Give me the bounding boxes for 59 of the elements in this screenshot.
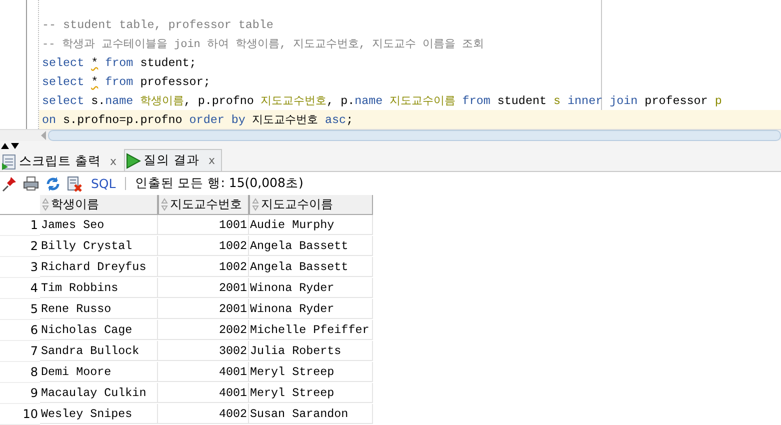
table-cell: 4002 bbox=[158, 404, 249, 424]
row-number: 1 bbox=[0, 215, 40, 236]
printer-icon[interactable] bbox=[23, 176, 39, 192]
table-cell: 2001 bbox=[158, 299, 249, 319]
code-line: -- student table, professor table bbox=[41, 16, 274, 34]
row-number: 5 bbox=[0, 299, 40, 320]
table-cell: Winona Ryder bbox=[249, 278, 373, 298]
table-cell: 1001 bbox=[158, 215, 249, 235]
table-cell: Winona Ryder bbox=[249, 299, 373, 319]
column-header[interactable]: 지도교수이름 bbox=[249, 195, 373, 215]
status-text: 인출된 모든 행: 15(0,008초) bbox=[134, 175, 304, 192]
table-cell: Meryl Streep bbox=[249, 362, 373, 382]
result-tab[interactable]: 질의 결과 x bbox=[124, 149, 222, 172]
table-cell: James Seo bbox=[40, 215, 158, 235]
table-cell: Angela Bassett bbox=[249, 236, 373, 256]
pin-icon[interactable] bbox=[2, 176, 17, 192]
table-cell: Wesley Snipes bbox=[40, 404, 158, 424]
table-cell: Audie Murphy bbox=[249, 215, 373, 235]
code-line: select s.name 학생이름, p.profno 지도교수번호, p.name 지도교수이름 from student s inner join professor p bbox=[41, 92, 723, 110]
table-cell: Meryl Streep bbox=[249, 383, 373, 403]
table-cell: 2001 bbox=[158, 278, 249, 298]
table-cell: Susan Sarandon bbox=[249, 404, 373, 424]
table-cell: Tim Robbins bbox=[40, 278, 158, 298]
delete-document-icon[interactable] bbox=[67, 176, 83, 192]
table-cell: Angela Bassett bbox=[249, 257, 373, 277]
refresh-icon[interactable] bbox=[45, 176, 61, 192]
code-line: select * from professor; bbox=[41, 74, 212, 90]
table-cell: Rene Russo bbox=[40, 299, 158, 319]
table-cell: Billy Crystal bbox=[40, 236, 158, 256]
column-header[interactable]: 지도교수번호 bbox=[158, 195, 249, 215]
row-number: 9 bbox=[0, 383, 40, 404]
table-cell: Michelle Pfeiffer bbox=[249, 320, 373, 340]
row-number: 3 bbox=[0, 257, 40, 278]
row-number: 6 bbox=[0, 320, 40, 341]
code-line: select * from student; bbox=[41, 54, 198, 72]
table-cell: 1002 bbox=[158, 257, 249, 277]
table-cell: Demi Moore bbox=[40, 362, 158, 382]
row-number: 10 bbox=[0, 404, 40, 425]
table-cell: Sandra Bullock bbox=[40, 341, 158, 361]
row-number: 4 bbox=[0, 278, 40, 299]
table-cell: 1002 bbox=[158, 236, 249, 256]
row-number: 2 bbox=[0, 236, 40, 257]
horizontal-scrollbar[interactable] bbox=[48, 130, 781, 141]
table-cell: 4001 bbox=[158, 362, 249, 382]
sql-link[interactable]: SQL bbox=[91, 176, 116, 192]
table-cell: Richard Dreyfus bbox=[40, 257, 158, 277]
result-tab[interactable]: 스크립트 출력 x bbox=[0, 151, 124, 172]
table-cell: 2002 bbox=[158, 320, 249, 340]
column-header[interactable]: 학생이름 bbox=[40, 195, 158, 215]
table-cell: Macaulay Culkin bbox=[40, 383, 158, 403]
row-number: 7 bbox=[0, 341, 40, 362]
splitter-arrows-icon[interactable] bbox=[1, 142, 19, 149]
table-cell: 4001 bbox=[158, 383, 249, 403]
code-line: -- 학생과 교수테이블을 join 하여 학생이름, 지도교수번호, 지도교수 이름을 조회 bbox=[41, 38, 486, 53]
table-cell: Julia Roberts bbox=[249, 341, 373, 361]
play-icon bbox=[126, 152, 140, 169]
row-number: 8 bbox=[0, 362, 40, 383]
table-cell: 3002 bbox=[158, 341, 249, 361]
table-cell: Nicholas Cage bbox=[40, 320, 158, 340]
